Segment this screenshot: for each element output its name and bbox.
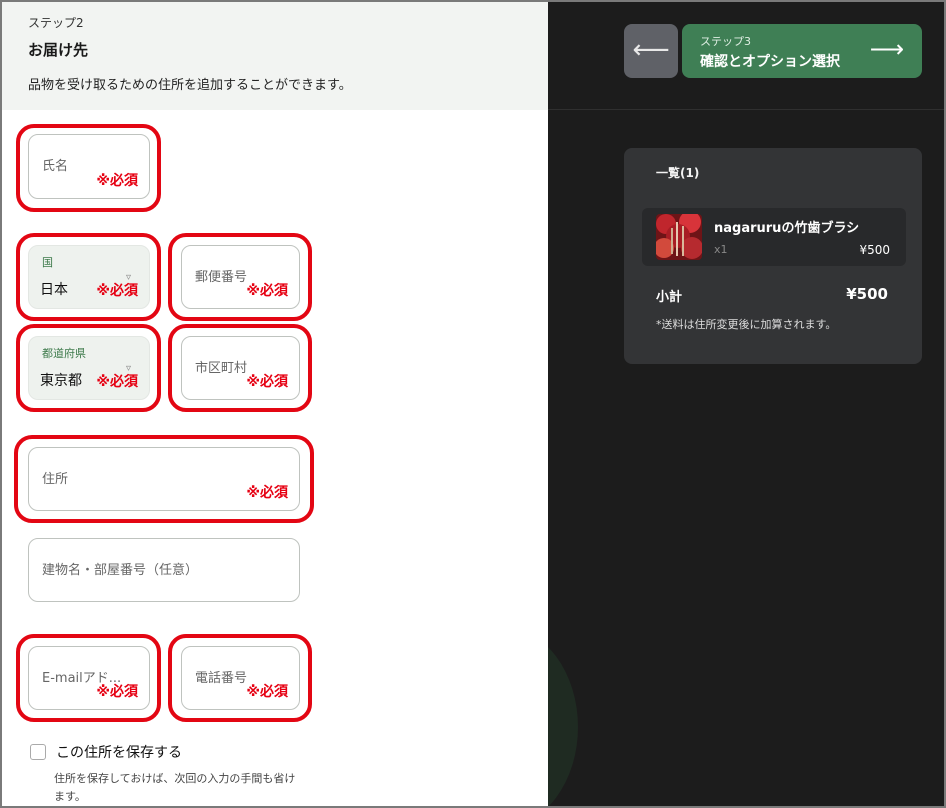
required-mark: ※必須 xyxy=(96,684,138,700)
required-mark: ※必須 xyxy=(246,684,288,700)
building-field-label: 建物名・部屋番号（任意） xyxy=(42,563,199,578)
save-address-label[interactable]: この住所を保存する xyxy=(56,742,182,762)
name-field-label: 氏名 xyxy=(42,159,69,174)
phone-field-label: 電話番号 xyxy=(195,671,248,686)
prefecture-select[interactable]: 都道府県 東京都 ▿ ※必須 xyxy=(28,336,150,400)
required-mark: ※必須 xyxy=(246,283,288,299)
subtotal-label: 小計 xyxy=(656,290,683,305)
country-select-value: 日本 xyxy=(40,282,68,298)
header-divider xyxy=(548,109,944,110)
screenshot-frame: ステップ2 お届け先 品物を受け取るための住所を追加することができます。 氏名 … xyxy=(0,0,946,808)
arrow-left-icon: ⟵ xyxy=(632,35,670,65)
postal-code-field[interactable]: 郵便番号 ※必須 xyxy=(181,245,300,309)
country-select-label: 国 xyxy=(42,256,53,269)
back-button[interactable]: ⟵ xyxy=(624,24,678,78)
product-thumbnail xyxy=(656,214,702,260)
required-mark: ※必須 xyxy=(96,374,138,390)
city-field[interactable]: 市区町村 ※必須 xyxy=(181,336,300,400)
next-step-label: ステップ3 xyxy=(700,35,751,48)
summary-card: 一覧(1) nagaruruの竹歯ブラシ x1 ¥500 小計 ¥500 *送料… xyxy=(624,148,922,364)
item-quantity: x1 xyxy=(714,243,728,256)
section-description: 品物を受け取るための住所を追加することができます。 xyxy=(28,78,352,93)
arrow-right-icon: ⟶ xyxy=(869,35,904,63)
required-mark: ※必須 xyxy=(246,485,288,501)
item-price: ¥500 xyxy=(859,243,890,257)
required-mark: ※必須 xyxy=(96,173,138,189)
name-field[interactable]: 氏名 ※必須 xyxy=(28,134,150,199)
subtotal-value: ¥500 xyxy=(846,285,888,303)
next-step-title: 確認とオプション選択 xyxy=(700,54,840,70)
item-name: nagaruruの竹歯ブラシ xyxy=(714,221,860,236)
city-field-label: 市区町村 xyxy=(195,361,248,376)
required-mark: ※必須 xyxy=(246,374,288,390)
next-step-button[interactable]: ステップ3 確認とオプション選択 ⟶ xyxy=(682,24,922,78)
country-select[interactable]: 国 日本 ▿ ※必須 xyxy=(28,245,150,309)
prefecture-select-label: 都道府県 xyxy=(42,347,86,360)
decorative-circle xyxy=(548,627,578,806)
prefecture-select-value: 東京都 xyxy=(40,373,82,389)
cart-item: nagaruruの竹歯ブラシ x1 ¥500 xyxy=(642,208,906,266)
save-address-checkbox[interactable] xyxy=(30,744,46,760)
address-form-panel: ステップ2 お届け先 品物を受け取るための住所を追加することができます。 氏名 … xyxy=(2,2,548,806)
step-label: ステップ2 xyxy=(28,16,84,30)
save-address-help: 住所を保存しておけば、次回の入力の手間も省けます。 xyxy=(54,772,296,803)
phone-field[interactable]: 電話番号 ※必須 xyxy=(181,646,300,710)
order-summary-panel: ⟵ ステップ3 確認とオプション選択 ⟶ 一覧(1) nagaruruの竹歯ブラ… xyxy=(548,2,944,806)
required-mark: ※必須 xyxy=(96,283,138,299)
shipping-note: *送料は住所変更後に加算されます。 xyxy=(656,318,837,331)
email-field[interactable]: E-mailアド... ※必須 xyxy=(28,646,150,710)
postal-code-field-label: 郵便番号 xyxy=(195,270,248,285)
section-title: お届け先 xyxy=(28,41,89,59)
form-header: ステップ2 お届け先 品物を受け取るための住所を追加することができます。 xyxy=(2,2,548,110)
address-field-label: 住所 xyxy=(42,472,69,487)
address-field[interactable]: 住所 ※必須 xyxy=(28,447,300,511)
building-field[interactable]: 建物名・部屋番号（任意） xyxy=(28,538,300,602)
summary-title: 一覧(1) xyxy=(656,166,700,180)
